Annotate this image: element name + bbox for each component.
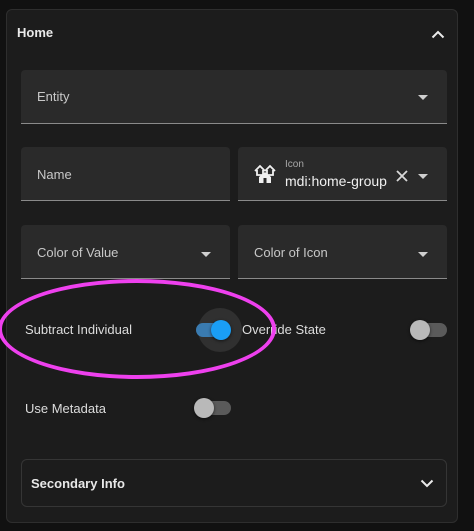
close-icon[interactable] [396,170,408,182]
name-label: Name [37,167,72,182]
subtract-individual-switch[interactable] [196,308,244,352]
dropdown-arrow-icon [418,95,428,100]
color-of-icon-select[interactable]: Color of Icon [238,225,447,279]
name-field[interactable]: Name [21,147,230,201]
switch-thumb [211,320,231,340]
entity-label: Entity [37,89,70,104]
switch-thumb [194,398,214,418]
chevron-up-icon [431,30,445,38]
override-state-label: Override State [242,322,326,337]
icon-value: mdi:home-group [285,173,387,189]
secondary-info-expander[interactable]: Secondary Info [21,459,447,507]
section-title: Home [17,25,54,40]
override-state-switch[interactable] [410,320,448,340]
dropdown-arrow-icon [418,252,428,257]
subtract-individual-label: Subtract Individual [25,322,132,337]
entity-select[interactable]: Entity [21,70,447,124]
icon-label: Icon [285,159,304,170]
secondary-info-title: Secondary Info [31,476,125,491]
collapse-button[interactable] [426,22,450,46]
use-metadata-switch[interactable] [194,398,232,418]
use-metadata-label: Use Metadata [25,401,106,416]
dropdown-arrow-icon [201,252,211,257]
switch-thumb [410,320,430,340]
chevron-down-icon [420,479,434,488]
home-group-icon [254,164,276,183]
color-of-icon-label: Color of Icon [254,245,328,260]
dropdown-arrow-icon[interactable] [418,174,428,179]
color-of-value-select[interactable]: Color of Value [21,225,230,279]
color-of-value-label: Color of Value [37,245,119,260]
icon-picker[interactable]: Icon mdi:home-group [238,147,447,201]
